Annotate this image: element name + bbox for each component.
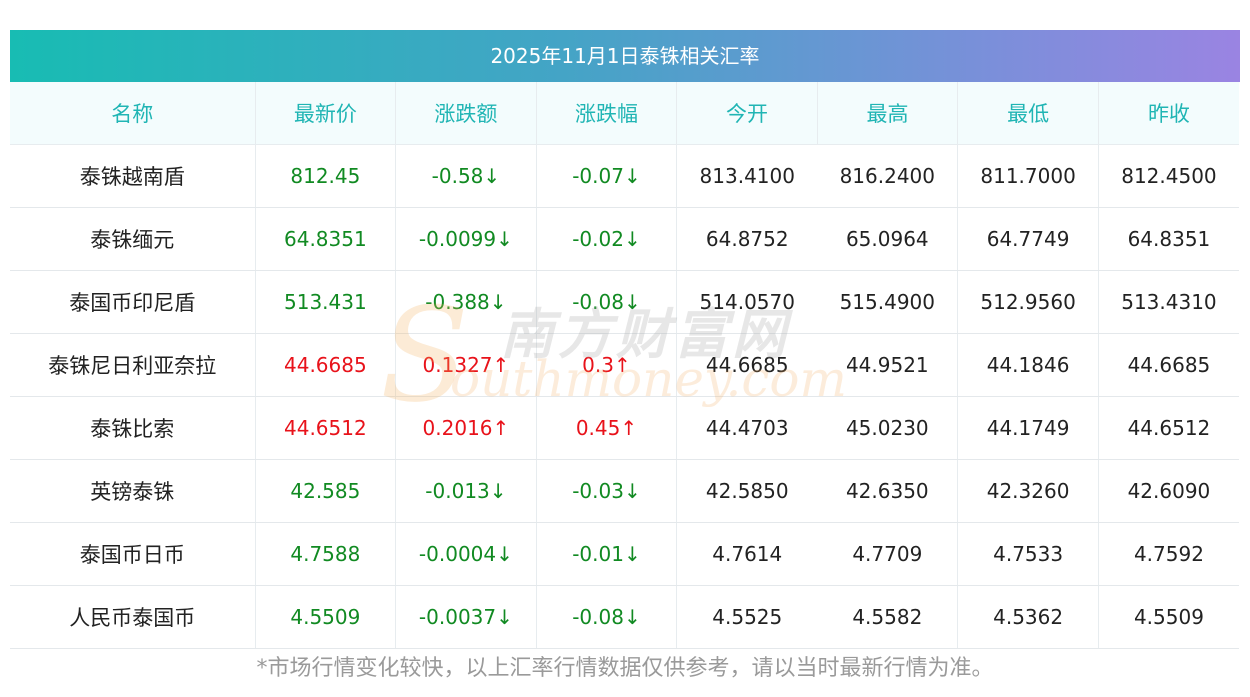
cell-low: 4.5362 [957,585,1099,649]
cell-change-pct: -0.08↓ [536,585,678,649]
cell-name: 人民币泰国币 [10,585,256,649]
cell-latest: 4.5509 [255,585,397,649]
cell-open: 4.7614 [676,522,818,586]
cell-name: 泰铢越南盾 [10,144,256,208]
rate-table-container: 2025年11月1日泰铢相关汇率 名称 最新价 涨跌额 涨跌幅 今开 最高 最低… [10,30,1240,649]
cell-low: 512.9560 [957,270,1099,334]
cell-name: 泰铢比索 [10,396,256,460]
cell-prev-close: 42.6090 [1098,459,1239,523]
column-header-prev-close: 昨收 [1098,82,1239,145]
cell-open: 42.5850 [676,459,818,523]
cell-change: -0.0004↓ [395,522,537,586]
cell-low: 4.7533 [957,522,1099,586]
cell-high: 45.0230 [817,396,959,460]
cell-low: 64.7749 [957,207,1099,271]
column-header-low: 最低 [957,82,1099,145]
cell-low: 811.7000 [957,144,1099,208]
table-row: 人民币泰国币 4.5509 -0.0037↓ -0.08↓ 4.5525 4.5582 4.… [10,585,1239,649]
table-row: 泰铢缅元 64.8351 -0.0099↓ -0.02↓ 64.8752 65.0964 6… [10,207,1239,271]
cell-change-pct: -0.07↓ [536,144,678,208]
cell-prev-close: 4.7592 [1098,522,1239,586]
cell-latest: 4.7588 [255,522,397,586]
table-body: 泰铢越南盾 812.45 -0.58↓ -0.07↓ 813.4100 816.2400 8… [10,144,1239,649]
cell-open: 44.4703 [676,396,818,460]
table-row: 泰铢越南盾 812.45 -0.58↓ -0.07↓ 813.4100 816.2400 8… [10,144,1239,208]
table-row: 泰铢尼日利亚奈拉 44.6685 0.1327↑ 0.3↑ 44.6685 44.9521… [10,333,1239,397]
table-row: 泰铢比索 44.6512 0.2016↑ 0.45↑ 44.4703 45.0230 44.… [10,396,1239,460]
cell-prev-close: 4.5509 [1098,585,1239,649]
cell-prev-close: 64.8351 [1098,207,1239,271]
cell-change-pct: 0.3↑ [536,333,678,397]
cell-latest: 44.6512 [255,396,397,460]
cell-change-pct: 0.45↑ [536,396,678,460]
cell-change: -0.388↓ [395,270,537,334]
table-row: 泰国币印尼盾 513.431 -0.388↓ -0.08↓ 514.0570 515.49… [10,270,1239,334]
cell-latest: 513.431 [255,270,397,334]
cell-name: 泰铢缅元 [10,207,256,271]
cell-change-pct: -0.08↓ [536,270,678,334]
cell-low: 44.1749 [957,396,1099,460]
cell-high: 42.6350 [817,459,959,523]
cell-name: 泰国币日币 [10,522,256,586]
cell-high: 4.5582 [817,585,959,649]
cell-latest: 64.8351 [255,207,397,271]
cell-open: 64.8752 [676,207,818,271]
cell-change: -0.0037↓ [395,585,537,649]
cell-high: 65.0964 [817,207,959,271]
cell-prev-close: 513.4310 [1098,270,1239,334]
cell-high: 515.4900 [817,270,959,334]
cell-change-pct: -0.01↓ [536,522,678,586]
cell-prev-close: 44.6512 [1098,396,1239,460]
cell-latest: 44.6685 [255,333,397,397]
cell-change-pct: -0.03↓ [536,459,678,523]
cell-latest: 42.585 [255,459,397,523]
cell-prev-close: 44.6685 [1098,333,1239,397]
cell-change: -0.013↓ [395,459,537,523]
column-header-high: 最高 [817,82,959,145]
cell-change: -0.58↓ [395,144,537,208]
column-header-change-pct: 涨跌幅 [536,82,678,145]
cell-latest: 812.45 [255,144,397,208]
cell-prev-close: 812.4500 [1098,144,1239,208]
cell-high: 4.7709 [817,522,959,586]
exchange-rate-table: 名称 最新价 涨跌额 涨跌幅 今开 最高 最低 昨收 泰铢越南盾 812.45 -0… [10,82,1239,649]
disclaimer-note: *市场行情变化较快，以上汇率行情数据仅供参考，请以当时最新行情为准。 [256,656,994,681]
cell-high: 44.9521 [817,333,959,397]
cell-low: 42.3260 [957,459,1099,523]
column-header-open: 今开 [676,82,818,145]
cell-change-pct: -0.02↓ [536,207,678,271]
cell-change: 0.2016↑ [395,396,537,460]
table-row: 英镑泰铢 42.585 -0.013↓ -0.03↓ 42.5850 42.6350 42.… [10,459,1239,523]
cell-change: -0.0099↓ [395,207,537,271]
column-header-latest: 最新价 [255,82,397,145]
cell-open: 813.4100 [676,144,818,208]
cell-name: 泰铢尼日利亚奈拉 [10,333,256,397]
cell-high: 816.2400 [817,144,959,208]
cell-name: 英镑泰铢 [10,459,256,523]
column-header-name: 名称 [10,82,256,145]
cell-open: 514.0570 [676,270,818,334]
cell-change: 0.1327↑ [395,333,537,397]
table-header: 名称 最新价 涨跌额 涨跌幅 今开 最高 最低 昨收 [10,82,1239,145]
cell-name: 泰国币印尼盾 [10,270,256,334]
table-row: 泰国币日币 4.7588 -0.0004↓ -0.01↓ 4.7614 4.7709 4.7… [10,522,1239,586]
column-header-change: 涨跌额 [395,82,537,145]
cell-open: 4.5525 [676,585,818,649]
cell-low: 44.1846 [957,333,1099,397]
cell-open: 44.6685 [676,333,818,397]
table-title: 2025年11月1日泰铢相关汇率 [10,30,1240,82]
